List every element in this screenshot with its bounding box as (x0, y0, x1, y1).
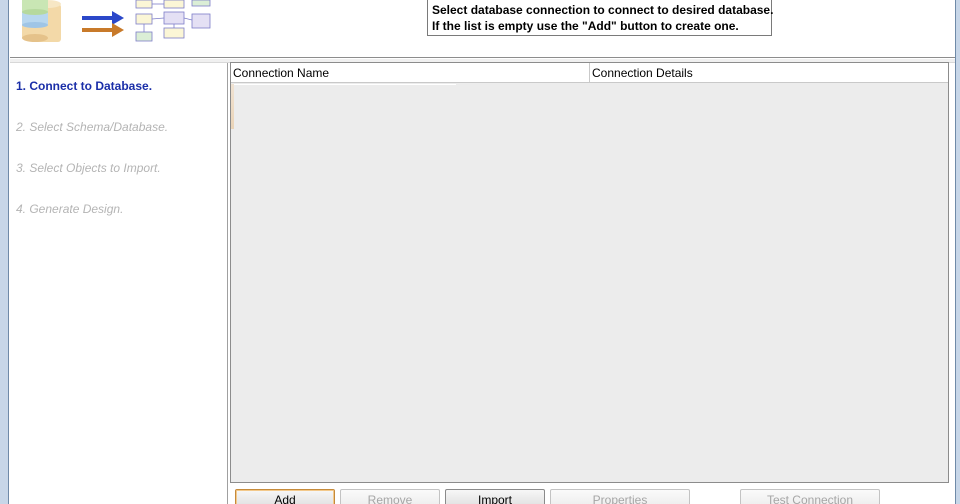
step-select-objects: 3. Select Objects to Import. (16, 161, 161, 175)
grid-row-highlight (234, 84, 456, 85)
step-select-schema: 2. Select Schema/Database. (16, 120, 169, 134)
add-button[interactable]: Add (235, 489, 335, 504)
schema-diagram-icon (135, 0, 211, 42)
test-connection-button[interactable]: Test Connection (740, 489, 880, 504)
properties-button[interactable]: Properties (550, 489, 690, 504)
column-header-connection-details[interactable]: Connection Details (590, 63, 948, 83)
arrow-right-orange-icon (82, 23, 124, 37)
window-frame-left (0, 0, 9, 504)
remove-button[interactable]: Remove (340, 489, 440, 504)
wizard-steps-panel: 1. Connect to Database. 2. Select Schema… (10, 63, 228, 504)
grid-header: Connection Name Connection Details (231, 63, 948, 83)
step-generate-design: 4. Generate Design. (16, 202, 124, 216)
wizard-header: Select database connection to connect to… (10, 0, 955, 58)
instructions-line-2: If the list is empty use the "Add" butto… (432, 19, 739, 33)
connections-grid[interactable]: Connection Name Connection Details (230, 62, 949, 483)
row-selection-marker (231, 84, 234, 129)
database-stack-icon (22, 0, 61, 42)
column-header-connection-name[interactable]: Connection Name (231, 63, 589, 83)
import-button[interactable]: Import (445, 489, 545, 504)
wizard-banner-graphic (22, 0, 211, 42)
window-frame-right (955, 0, 960, 504)
instructions-line-1: Select database connection to connect to… (432, 3, 774, 17)
arrow-right-blue-icon (82, 11, 124, 25)
step-connect-to-database: 1. Connect to Database. (16, 79, 153, 93)
instructions-box: Select database connection to connect to… (427, 0, 774, 36)
